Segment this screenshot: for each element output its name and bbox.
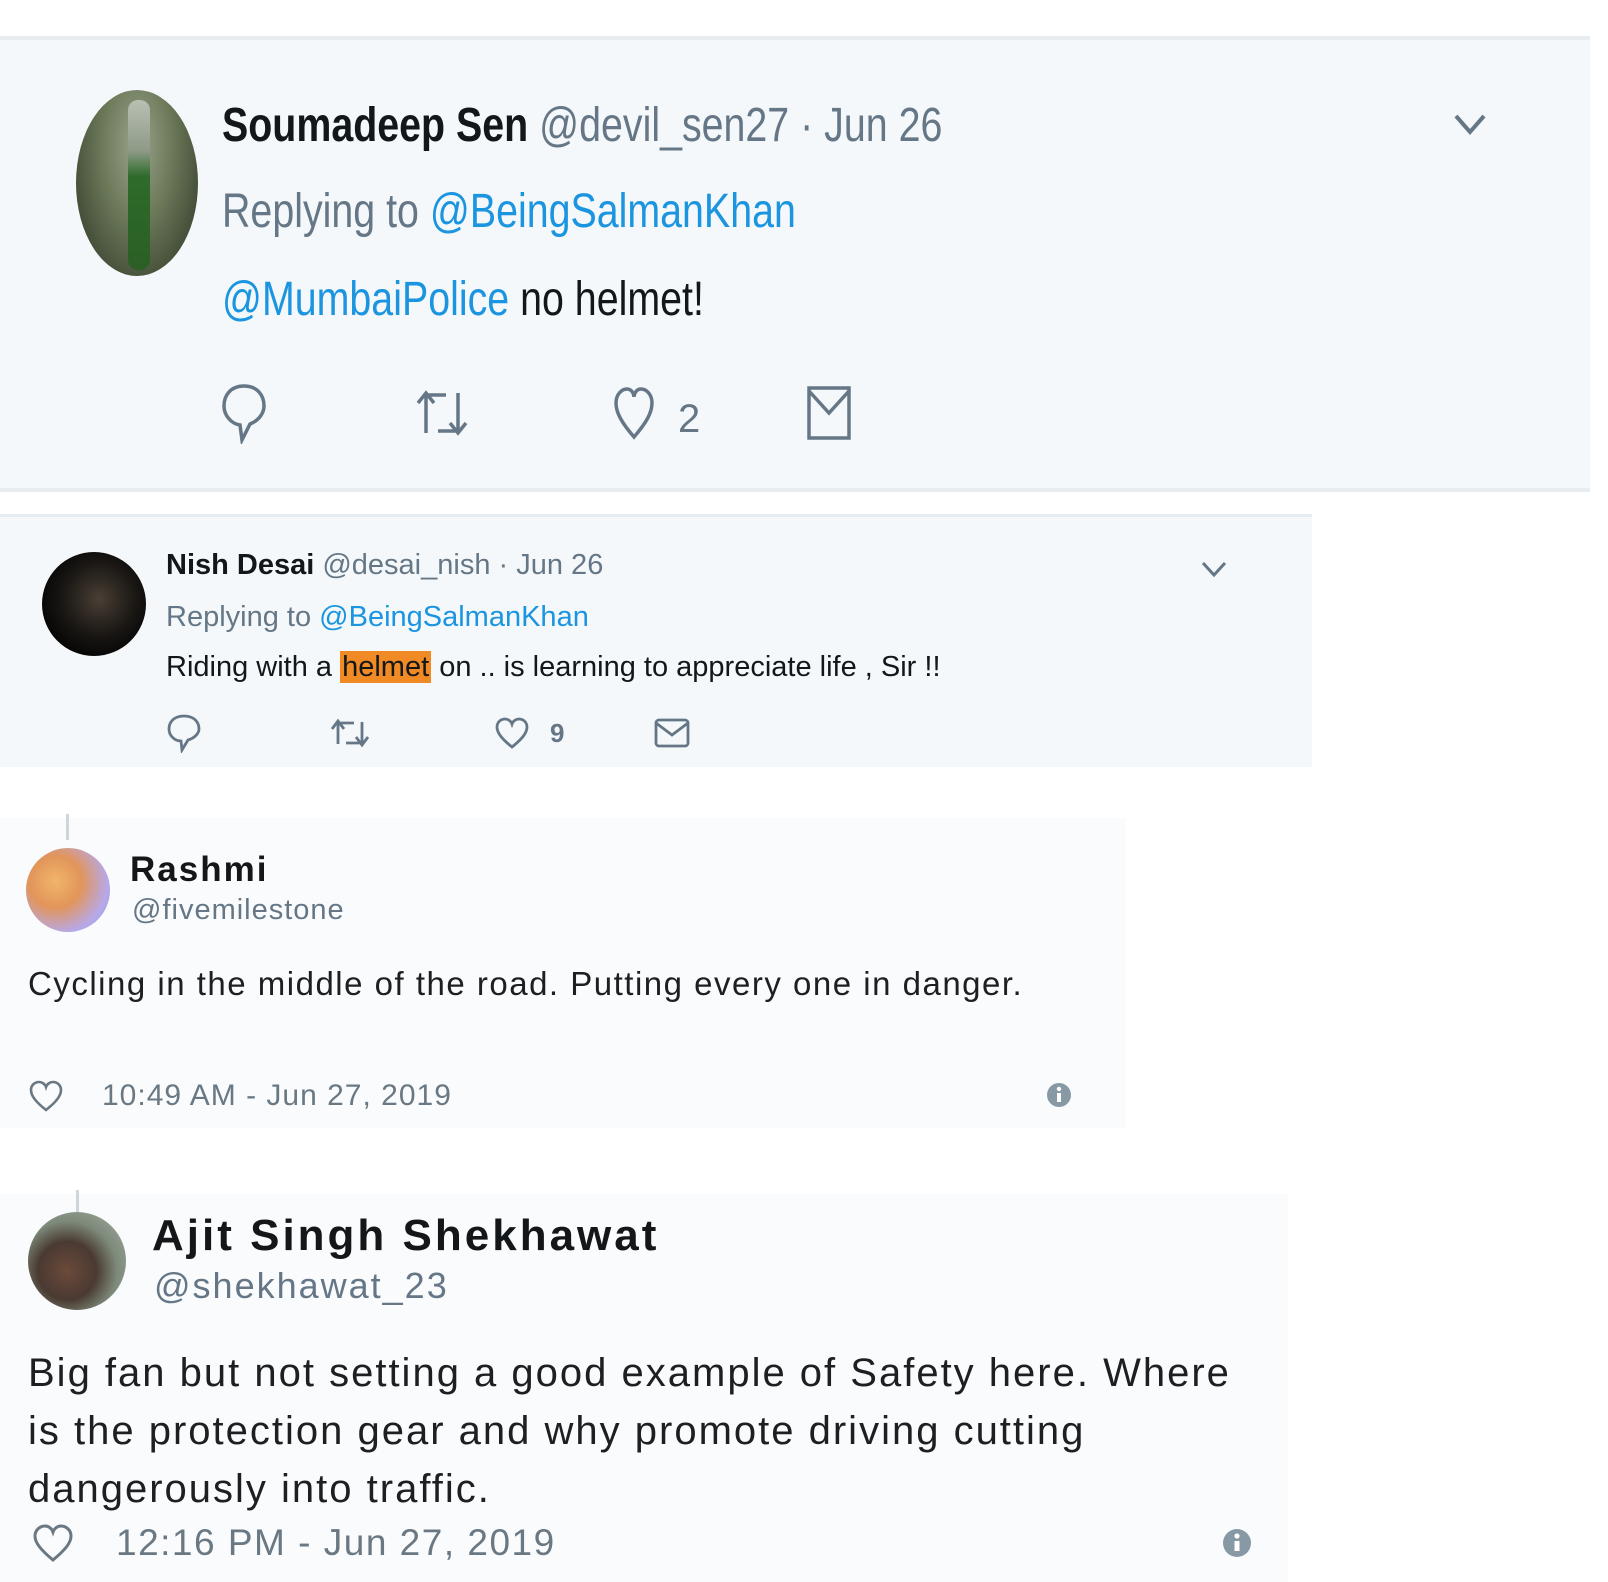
- like-count: 9: [550, 717, 565, 748]
- reply-button[interactable]: [166, 711, 202, 755]
- tweet-text: Riding with a helmet on .. is learning t…: [166, 649, 941, 685]
- tweet-footer: 12:16 PM - Jun 27, 2019: [32, 1520, 556, 1566]
- reply-button[interactable]: [220, 380, 268, 446]
- avatar[interactable]: [28, 1212, 126, 1310]
- tweet-text-content: no helmet!: [509, 273, 704, 326]
- replying-to-label: Replying to: [166, 601, 312, 633]
- tweet-header: Nish Desai @desai_nish · Jun 26: [166, 547, 603, 583]
- tweet-footer: 10:49 AM - Jun 27, 2019: [28, 1076, 452, 1116]
- direct-message-button[interactable]: [654, 711, 690, 755]
- like-icon: [494, 716, 530, 750]
- embedded-tweet[interactable]: Rashmi @fivemilestone Cycling in the mid…: [0, 814, 1126, 1128]
- user-handle[interactable]: @shekhawat_23: [154, 1264, 449, 1308]
- replying-to-label: Replying to: [222, 185, 419, 238]
- replying-to-link[interactable]: @BeingSalmanKhan: [430, 185, 796, 238]
- like-button[interactable]: 2: [612, 380, 700, 446]
- retweet-icon: [416, 385, 468, 441]
- like-count: 2: [678, 396, 701, 441]
- like-icon[interactable]: [28, 1079, 64, 1113]
- retweet-button[interactable]: [330, 711, 370, 755]
- tweet-card[interactable]: Nish Desai @desai_nish · Jun 26 Replying…: [0, 514, 1312, 767]
- embedded-tweet[interactable]: Ajit Singh Shekhawat @shekhawat_23 Big f…: [0, 1190, 1288, 1582]
- replying-to-link[interactable]: @BeingSalmanKhan: [319, 601, 589, 633]
- chevron-down-icon[interactable]: [1452, 106, 1488, 142]
- search-highlight: helmet: [340, 651, 432, 683]
- chevron-down-icon[interactable]: [1200, 557, 1228, 581]
- user-handle[interactable]: @devil_sen27: [539, 99, 789, 152]
- avatar[interactable]: [76, 90, 198, 276]
- direct-message-icon: [806, 385, 852, 441]
- avatar-photo-figure: [128, 100, 150, 270]
- mention-link[interactable]: @MumbaiPolice: [222, 273, 509, 326]
- user-name[interactable]: Soumadeep Sen: [222, 99, 528, 152]
- retweet-icon: [330, 716, 370, 750]
- tweet-text: @MumbaiPolice no helmet!: [222, 270, 704, 330]
- thread-connector: [76, 1190, 79, 1212]
- like-icon[interactable]: [32, 1523, 74, 1563]
- tweet-date[interactable]: · Jun 26: [800, 99, 942, 152]
- retweet-button[interactable]: [416, 380, 468, 446]
- info-icon[interactable]: [1046, 1082, 1072, 1108]
- replying-to: Replying to @BeingSalmanKhan: [166, 599, 589, 635]
- tweet-header: Soumadeep Sen @devil_sen27 · Jun 26: [222, 96, 942, 156]
- info-icon[interactable]: [1222, 1528, 1252, 1558]
- direct-message-button[interactable]: [806, 380, 852, 446]
- tweet-date[interactable]: · Jun 26: [499, 549, 604, 581]
- tweet-text-after: on .. is learning to appreciate life , S…: [431, 651, 941, 683]
- reply-icon: [166, 713, 202, 753]
- tweet-text: Big fan but not setting a good example o…: [28, 1351, 1231, 1511]
- reply-icon: [220, 382, 268, 444]
- user-name[interactable]: Nish Desai: [166, 549, 314, 581]
- user-name[interactable]: Rashmi: [130, 850, 268, 890]
- user-name[interactable]: Ajit Singh Shekhawat: [152, 1210, 659, 1262]
- tweet-text: Cycling in the middle of the road. Putti…: [28, 965, 1024, 1002]
- avatar[interactable]: [26, 848, 110, 932]
- tweet-text-before: Riding with a: [166, 651, 341, 683]
- tweet-card[interactable]: Soumadeep Sen @devil_sen27 · Jun 26 Repl…: [0, 36, 1590, 492]
- tweet-timestamp[interactable]: 12:16 PM - Jun 27, 2019: [116, 1522, 556, 1564]
- replying-to: Replying to @BeingSalmanKhan: [222, 182, 796, 242]
- like-button[interactable]: 9: [494, 711, 564, 755]
- user-handle[interactable]: @desai_nish: [322, 549, 490, 581]
- user-handle[interactable]: @fivemilestone: [132, 892, 345, 928]
- tweet-timestamp[interactable]: 10:49 AM - Jun 27, 2019: [102, 1079, 452, 1113]
- avatar[interactable]: [42, 552, 146, 656]
- thread-connector: [66, 814, 69, 840]
- direct-message-icon: [654, 717, 690, 749]
- like-icon: [612, 385, 656, 441]
